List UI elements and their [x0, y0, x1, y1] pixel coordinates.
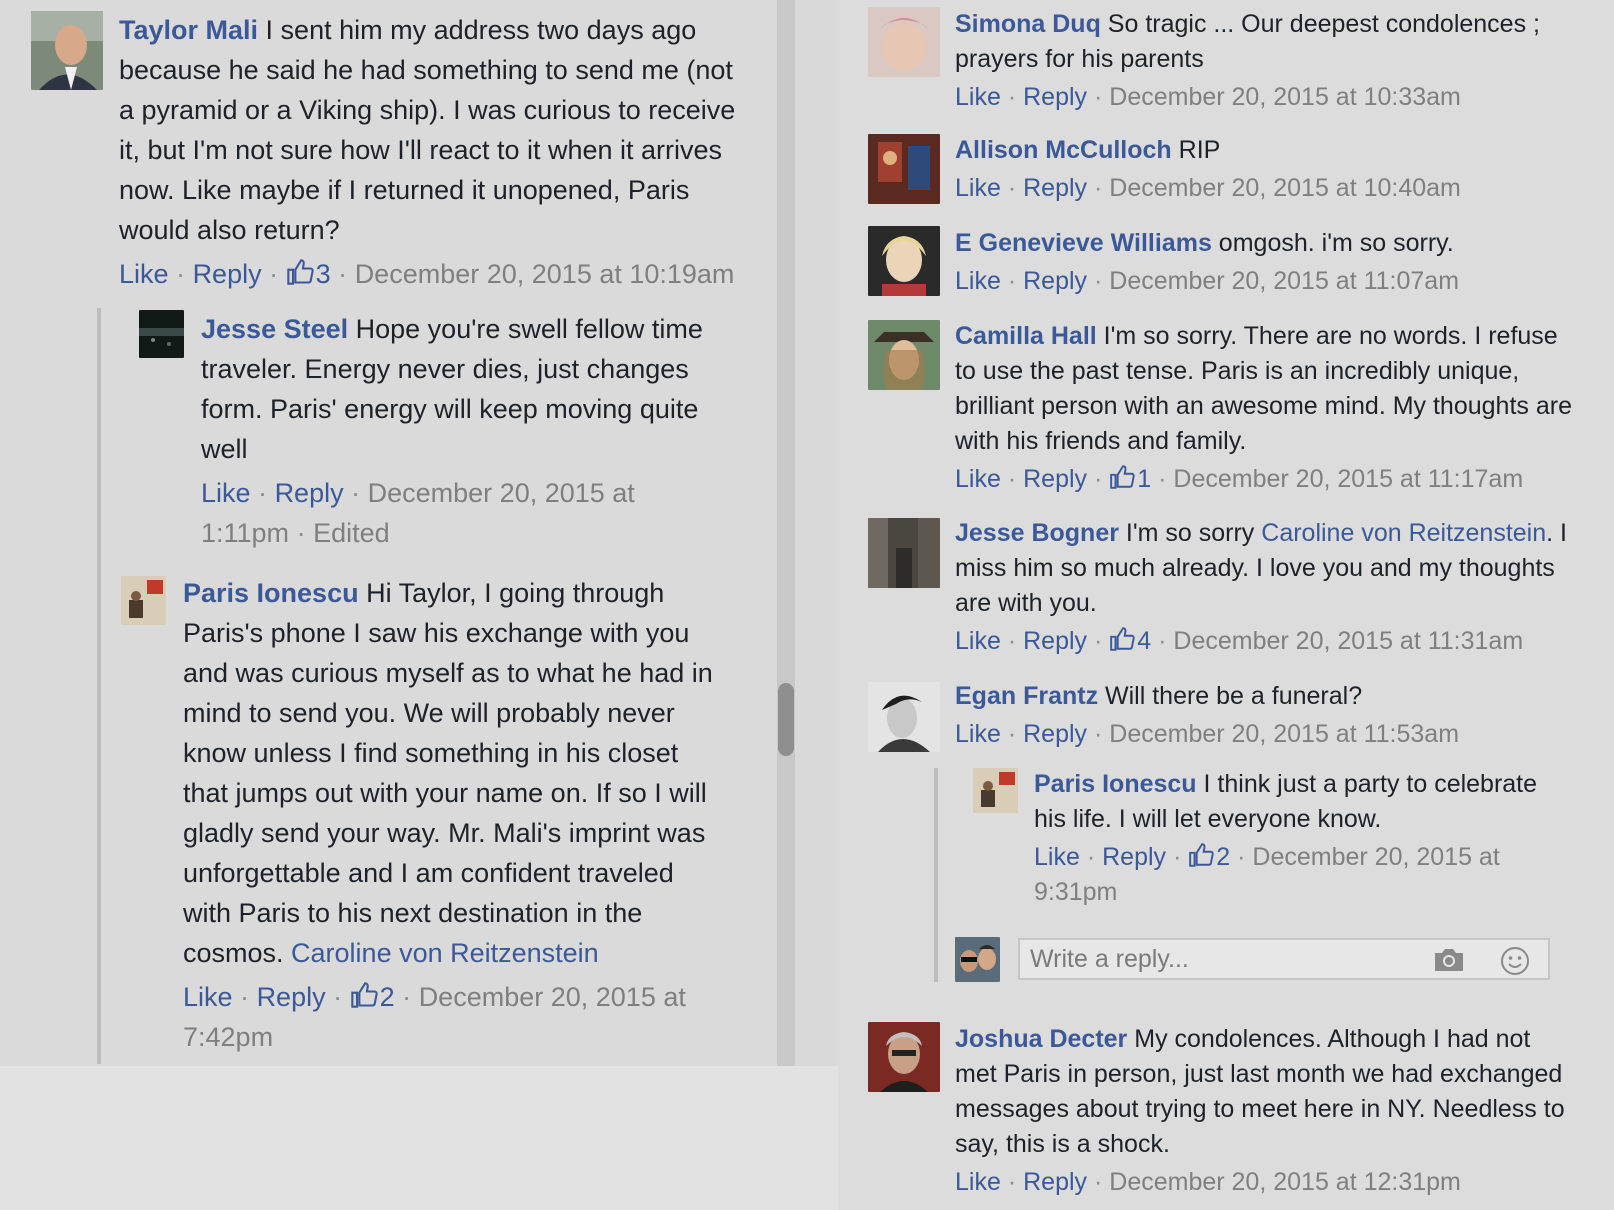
reply-button[interactable]: Reply: [1102, 843, 1166, 871]
comment-actions: Like · Reply · 4 · December 20, 2015 at …: [955, 627, 1524, 655]
comment-text: Simona Duq So tragic ... Our deepest con…: [955, 10, 1540, 73]
comment-actions: Like · Reply · December 20, 2015 at 10:3…: [955, 83, 1461, 111]
current-user-avatar[interactable]: [955, 937, 1000, 982]
comment-text: Egan Frantz Will there be a funeral?: [955, 682, 1363, 710]
comment-text: Paris Ionescu Hi Taylor, I going through…: [183, 578, 713, 968]
author-name[interactable]: Joshua Decter: [955, 1025, 1127, 1053]
like-button[interactable]: Like: [955, 83, 1001, 111]
scrollbar-track[interactable]: [777, 0, 795, 1066]
comment-actions: Like · Reply · December 20, 2015 at 11:0…: [955, 267, 1460, 295]
author-name[interactable]: Simona Duq: [955, 10, 1101, 38]
reply-button[interactable]: Reply: [275, 478, 344, 508]
comment-text: Jesse Bogner I'm so sorry Caroline von R…: [955, 519, 1567, 617]
mention-link[interactable]: Caroline von Reitzenstein: [1261, 519, 1546, 547]
comment-text: Taylor Mali I sent him my address two da…: [119, 15, 736, 245]
like-count[interactable]: 4: [1109, 627, 1151, 655]
timestamp[interactable]: December 20, 2015 at 12:31pm: [1109, 1168, 1461, 1196]
avatar[interactable]: [868, 1022, 940, 1092]
like-count[interactable]: 3: [286, 259, 331, 289]
author-name[interactable]: Taylor Mali: [119, 15, 258, 45]
avatar[interactable]: [139, 310, 184, 358]
comment-actions: Like · Reply · December 20, 2015 at 10:4…: [955, 174, 1461, 202]
avatar[interactable]: [121, 576, 166, 625]
like-button[interactable]: Like: [955, 720, 1001, 748]
like-button[interactable]: Like: [183, 982, 233, 1012]
reply-button[interactable]: Reply: [1023, 267, 1087, 295]
reply-input[interactable]: [1030, 944, 1410, 974]
timestamp[interactable]: December 20, 2015 at 10:19am: [355, 259, 735, 289]
comment-actions: Like · Reply · December 20, 2015 at 1:11…: [201, 478, 635, 548]
author-name[interactable]: E Genevieve Williams: [955, 229, 1212, 257]
mention-link[interactable]: Caroline von Reitzenstein: [291, 938, 599, 968]
author-name[interactable]: Egan Frantz: [955, 682, 1098, 710]
like-button[interactable]: Like: [955, 465, 1001, 493]
timestamp[interactable]: December 20, 2015 at 10:40am: [1109, 174, 1461, 202]
timestamp[interactable]: December 20, 2015 at 11:07am: [1109, 267, 1459, 295]
like-button[interactable]: Like: [201, 478, 251, 508]
timestamp[interactable]: December 20, 2015 at 11:17am: [1173, 465, 1523, 493]
timestamp[interactable]: December 20, 2015 at 11:31am: [1173, 627, 1523, 655]
comment-text: E Genevieve Williams omgosh. i'm so sorr…: [955, 229, 1454, 257]
like-button[interactable]: Like: [955, 1168, 1001, 1196]
reply-thread-line: [934, 768, 938, 982]
comment-actions: Like · Reply · 2 · December 20, 2015 at …: [183, 982, 686, 1052]
like-count[interactable]: 1: [1109, 465, 1151, 493]
thumbs-up-icon: [1110, 627, 1135, 651]
edited-label[interactable]: Edited: [313, 518, 390, 548]
reply-button[interactable]: Reply: [257, 982, 326, 1012]
author-name[interactable]: Jesse Steel: [201, 314, 348, 344]
reply-button[interactable]: Reply: [1023, 174, 1087, 202]
comment-actions: Like · Reply · 2 · December 20, 2015 at …: [1034, 843, 1500, 906]
comment-actions: Like · Reply · 1 · December 20, 2015 at …: [955, 465, 1524, 493]
reply-box[interactable]: [1018, 938, 1550, 980]
like-button[interactable]: Like: [955, 174, 1001, 202]
author-name[interactable]: Jesse Bogner: [955, 519, 1119, 547]
comment-text: Joshua Decter My condolences. Although I…: [955, 1025, 1565, 1158]
comment-text: Paris Ionescu I think just a party to ce…: [1034, 770, 1538, 833]
like-button[interactable]: Like: [955, 267, 1001, 295]
reply-button[interactable]: Reply: [1023, 627, 1087, 655]
timestamp[interactable]: December 20, 2015 at 1:11pm: [201, 478, 635, 548]
avatar[interactable]: [868, 682, 940, 752]
author-name[interactable]: Allison McCulloch: [955, 136, 1172, 164]
like-count[interactable]: 2: [1188, 843, 1230, 871]
comment-text: Allison McCulloch RIP: [955, 136, 1221, 164]
avatar[interactable]: [868, 226, 940, 296]
avatar[interactable]: [868, 518, 940, 588]
reply-button[interactable]: Reply: [1023, 1168, 1087, 1196]
timestamp[interactable]: December 20, 2015 at 11:53am: [1109, 720, 1459, 748]
thumbs-up-icon: [1189, 843, 1214, 867]
avatar[interactable]: [973, 768, 1018, 813]
comment-actions: Like · Reply · December 20, 2015 at 12:3…: [955, 1168, 1461, 1196]
thumbs-up-icon: [1110, 465, 1135, 489]
author-name[interactable]: Paris Ionescu: [1034, 770, 1197, 798]
reply-thread-line: [97, 308, 101, 1064]
reply-button[interactable]: Reply: [193, 259, 262, 289]
author-name[interactable]: Camilla Hall: [955, 322, 1097, 350]
scrollbar-thumb[interactable]: [778, 683, 794, 756]
avatar[interactable]: [868, 320, 940, 390]
timestamp[interactable]: December 20, 2015 at 10:33am: [1109, 83, 1461, 111]
reply-button[interactable]: Reply: [1023, 720, 1087, 748]
thumbs-up-icon: [286, 259, 314, 285]
like-button[interactable]: Like: [119, 259, 169, 289]
comment-text: Jesse Steel Hope you're swell fellow tim…: [201, 314, 703, 464]
avatar[interactable]: [868, 134, 940, 204]
empty-area: [0, 1066, 838, 1210]
avatar[interactable]: [31, 11, 103, 90]
thumbs-up-icon: [350, 982, 378, 1008]
avatar[interactable]: [868, 7, 940, 77]
camera-icon[interactable]: [1432, 946, 1466, 974]
like-button[interactable]: Like: [955, 627, 1001, 655]
reply-button[interactable]: Reply: [1023, 465, 1087, 493]
reply-button[interactable]: Reply: [1023, 83, 1087, 111]
smiley-icon[interactable]: [1500, 946, 1530, 976]
comment-text: Camilla Hall I'm so sorry. There are no …: [955, 322, 1572, 455]
author-name[interactable]: Paris Ionescu: [183, 578, 359, 608]
comment-actions: Like · Reply · 3 · December 20, 2015 at …: [119, 259, 735, 289]
comment-actions: Like · Reply · December 20, 2015 at 11:5…: [955, 720, 1460, 748]
like-button[interactable]: Like: [1034, 843, 1080, 871]
like-count[interactable]: 2: [350, 982, 395, 1012]
